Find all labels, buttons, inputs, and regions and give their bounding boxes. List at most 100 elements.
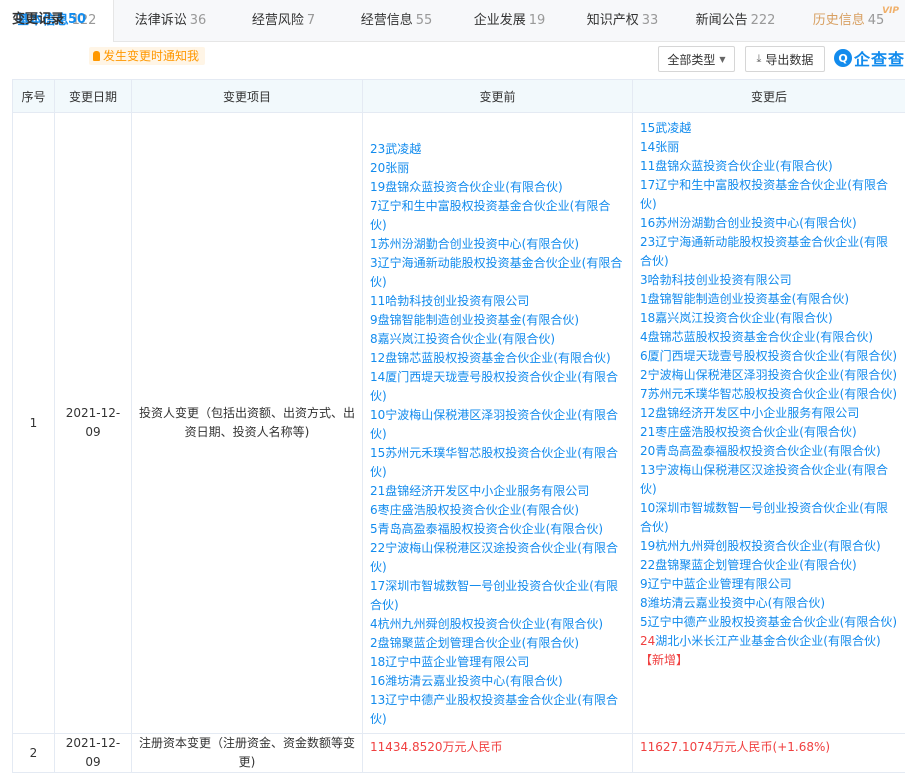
shareholder-name-link[interactable]: 盘锦芯蓝股权投资基金合伙企业(有限合伙) bbox=[648, 330, 873, 344]
tab-3[interactable]: 经营信息 55 bbox=[340, 0, 453, 42]
list-item: 12盘锦经济开发区中小企业服务有限公司 bbox=[640, 404, 899, 423]
list-item: 7苏州元禾璞华智芯股权投资合伙企业(有限合伙) bbox=[640, 385, 899, 404]
list-item: 7辽宁和生中富股权投资基金合伙企业(有限合伙) bbox=[370, 197, 626, 235]
shareholder-name-link[interactable]: 盘锦聚蓝企划管理合伙企业(有限合伙) bbox=[378, 636, 579, 650]
list-item: 22宁波梅山保税港区汉途投资合伙企业(有限合伙) bbox=[370, 539, 626, 577]
shareholder-name-link[interactable]: 辽宁中蓝企业管理有限公司 bbox=[648, 577, 792, 591]
qichacha-logo-text: 企查查 bbox=[854, 50, 905, 69]
tab-4[interactable]: 企业发展 19 bbox=[453, 0, 566, 42]
shareholder-rank: 21 bbox=[640, 425, 656, 439]
type-filter-label: 全部类型 bbox=[667, 52, 716, 67]
shareholder-rank: 17 bbox=[640, 178, 656, 192]
shareholder-rank: 15 bbox=[370, 446, 386, 460]
list-item: 23辽宁海通新动能股权投资基金合伙企业(有限合伙) bbox=[640, 233, 899, 271]
shareholder-rank: 16 bbox=[640, 216, 656, 230]
shareholder-name-link[interactable]: 青岛高盈泰福股权投资合伙企业(有限合伙) bbox=[378, 522, 603, 536]
shareholder-name-link[interactable]: 辽宁中德产业股权投资基金合伙企业(有限合伙) bbox=[648, 615, 897, 629]
shareholder-name-link[interactable]: 武凌越 bbox=[385, 142, 421, 156]
shareholder-name-link[interactable]: 潍坊清云嘉业投资中心(有限合伙) bbox=[385, 674, 562, 688]
list-item: 2宁波梅山保税港区泽羽投资合伙企业(有限合伙) bbox=[640, 366, 899, 385]
shareholder-rank: 4 bbox=[370, 617, 378, 631]
list-item: 15武凌越 bbox=[640, 119, 899, 138]
shareholder-name-link[interactable]: 盘锦智能制造创业投资基金(有限合伙) bbox=[378, 313, 579, 327]
list-item: 17深圳市智城数智一号创业投资合伙企业(有限合伙) bbox=[370, 577, 626, 615]
change-records-label: 变更记录 bbox=[12, 12, 65, 27]
shareholder-name-link[interactable]: 深圳市智城数智一号创业投资合伙企业(有限合伙) bbox=[370, 579, 618, 612]
shareholder-rank: 12 bbox=[640, 406, 656, 420]
shareholder-name-link[interactable]: 湖北小米长江产业基金合伙企业(有限合伙) bbox=[655, 634, 880, 648]
shareholder-rank: 17 bbox=[370, 579, 386, 593]
tab-count: 33 bbox=[641, 12, 659, 28]
shareholder-name-link[interactable]: 盘锦经济开发区中小企业服务有限公司 bbox=[385, 484, 589, 498]
notify-on-change-button[interactable]: 发生变更时通知我 bbox=[89, 47, 206, 65]
list-item: 1苏州汾湖勤合创业投资中心(有限合伙) bbox=[370, 235, 626, 254]
shareholder-rank: 5 bbox=[370, 522, 378, 536]
shareholder-name-link[interactable]: 张丽 bbox=[385, 161, 409, 175]
shareholder-name-link[interactable]: 深圳市智城数智一号创业投资合伙企业(有限合伙) bbox=[640, 501, 888, 534]
shareholder-name-link[interactable]: 宁波梅山保税港区汉途投资合伙企业(有限合伙) bbox=[640, 463, 888, 496]
list-item: 17辽宁和生中富股权投资基金合伙企业(有限合伙) bbox=[640, 176, 899, 214]
shareholder-rank: 20 bbox=[640, 444, 656, 458]
shareholder-name-link[interactable]: 嘉兴岚江投资合伙企业(有限合伙) bbox=[655, 311, 832, 325]
shareholder-name-link[interactable]: 盘锦智能制造创业投资基金(有限合伙) bbox=[648, 292, 849, 306]
shareholder-name-link[interactable]: 辽宁和生中富股权投资基金合伙企业(有限合伙) bbox=[370, 199, 610, 232]
tab-2[interactable]: 经营风险 7 bbox=[227, 0, 340, 42]
shareholder-rank: 2 bbox=[370, 636, 378, 650]
column-header-before: 变更前 bbox=[362, 79, 633, 113]
shareholder-name-link[interactable]: 辽宁海通新动能股权投资基金合伙企业(有限合伙) bbox=[370, 256, 622, 289]
shareholder-name-link[interactable]: 宁波梅山保税港区泽羽投资合伙企业(有限合伙) bbox=[648, 368, 897, 382]
tab-1[interactable]: 法律诉讼 36 bbox=[114, 0, 227, 42]
shareholder-name-link[interactable]: 厦门西堤天珑壹号股权投资合伙企业(有限合伙) bbox=[648, 349, 897, 363]
tab-5[interactable]: 知识产权 33 bbox=[566, 0, 679, 42]
list-item: 18辽宁中蓝企业管理有限公司 bbox=[370, 653, 626, 672]
shareholder-name-link[interactable]: 厦门西堤天珑壹号股权投资合伙企业(有限合伙) bbox=[370, 370, 618, 403]
shareholder-name-link[interactable]: 杭州九州舜创股权投资合伙企业(有限合伙) bbox=[655, 539, 880, 553]
shareholder-name-link[interactable]: 盘锦众蓝投资合伙企业(有限合伙) bbox=[385, 180, 562, 194]
tab-6[interactable]: 新闻公告 222 bbox=[679, 0, 792, 42]
change-records-table: 序号 变更日期 变更项目 变更前 变更后 1 2021-12-09 投资人变更（… bbox=[12, 79, 905, 773]
list-item: 6枣庄盛浩股权投资合伙企业(有限合伙) bbox=[370, 501, 626, 520]
shareholder-rank: 19 bbox=[640, 539, 656, 553]
shareholder-rank: 23 bbox=[640, 235, 656, 249]
export-data-button[interactable]: ⤓ 导出数据 bbox=[745, 46, 825, 72]
shareholder-rank: 3 bbox=[370, 256, 378, 270]
shareholder-name-link[interactable]: 苏州元禾璞华智芯股权投资合伙企业(有限合伙) bbox=[370, 446, 618, 479]
list-item: 24湖北小米长江产业基金合伙企业(有限合伙) 【新增】 bbox=[640, 632, 899, 670]
shareholder-name-link[interactable]: 辽宁中德产业股权投资基金合伙企业(有限合伙) bbox=[370, 693, 618, 726]
shareholder-name-link[interactable]: 苏州汾湖勤合创业投资中心(有限合伙) bbox=[378, 237, 579, 251]
shareholder-name-link[interactable]: 辽宁中蓝企业管理有限公司 bbox=[385, 655, 529, 669]
shareholder-name-link[interactable]: 苏州元禾璞华智芯股权投资合伙企业(有限合伙) bbox=[648, 387, 897, 401]
shareholder-name-link[interactable]: 哈勃科技创业投资有限公司 bbox=[385, 294, 529, 308]
shareholder-rank: 11 bbox=[640, 159, 656, 173]
shareholder-name-link[interactable]: 盘锦芯蓝股权投资基金合伙企业(有限合伙) bbox=[385, 351, 610, 365]
shareholder-name-link[interactable]: 杭州九州舜创股权投资合伙企业(有限合伙) bbox=[378, 617, 603, 631]
shareholder-name-link[interactable]: 青岛高盈泰福股权投资合伙企业(有限合伙) bbox=[655, 444, 880, 458]
shareholder-name-link[interactable]: 宁波梅山保税港区泽羽投资合伙企业(有限合伙) bbox=[370, 408, 618, 441]
shareholder-name-link[interactable]: 辽宁海通新动能股权投资基金合伙企业(有限合伙) bbox=[640, 235, 888, 268]
list-item: 21盘锦经济开发区中小企业服务有限公司 bbox=[370, 482, 626, 501]
shareholder-name-link[interactable]: 张丽 bbox=[655, 140, 679, 154]
shareholder-rank: 18 bbox=[370, 655, 386, 669]
list-item: 8嘉兴岚江投资合伙企业(有限合伙) bbox=[370, 330, 626, 349]
shareholder-name-link[interactable]: 枣庄盛浩股权投资合伙企业(有限合伙) bbox=[655, 425, 856, 439]
shareholder-name-link[interactable]: 武凌越 bbox=[655, 121, 691, 135]
shareholder-name-link[interactable]: 宁波梅山保税港区汉途投资合伙企业(有限合伙) bbox=[370, 541, 618, 574]
list-item: 2盘锦聚蓝企划管理合伙企业(有限合伙) bbox=[370, 634, 626, 653]
shareholder-name-link[interactable]: 枣庄盛浩股权投资合伙企业(有限合伙) bbox=[378, 503, 579, 517]
shareholder-rank: 20 bbox=[370, 161, 386, 175]
list-item: 3辽宁海通新动能股权投资基金合伙企业(有限合伙) bbox=[370, 254, 626, 292]
shareholder-name-link[interactable]: 嘉兴岚江投资合伙企业(有限合伙) bbox=[378, 332, 555, 346]
shareholder-rank: 11 bbox=[370, 294, 386, 308]
shareholder-name-link[interactable]: 辽宁和生中富股权投资基金合伙企业(有限合伙) bbox=[640, 178, 888, 211]
list-item: 14张丽 bbox=[640, 138, 899, 157]
shareholder-name-link[interactable]: 苏州汾湖勤合创业投资中心(有限合伙) bbox=[655, 216, 856, 230]
shareholder-name-link[interactable]: 盘锦聚蓝企划管理合伙企业(有限合伙) bbox=[655, 558, 856, 572]
shareholder-name-link[interactable]: 盘锦众蓝投资合伙企业(有限合伙) bbox=[655, 159, 832, 173]
shareholder-name-link[interactable]: 潍坊清云嘉业投资中心(有限合伙) bbox=[648, 596, 825, 610]
shareholder-name-link[interactable]: 盘锦经济开发区中小企业服务有限公司 bbox=[655, 406, 859, 420]
change-records-table-wrap: 序号 变更日期 变更项目 变更前 变更后 1 2021-12-09 投资人变更（… bbox=[12, 79, 905, 779]
row-index: 1 bbox=[12, 112, 55, 734]
shareholder-name-link[interactable]: 哈勃科技创业投资有限公司 bbox=[648, 273, 792, 287]
tab-7[interactable]: 历史信息 45 VIP bbox=[792, 0, 905, 42]
type-filter-dropdown[interactable]: 全部类型 ▼ bbox=[658, 46, 735, 72]
